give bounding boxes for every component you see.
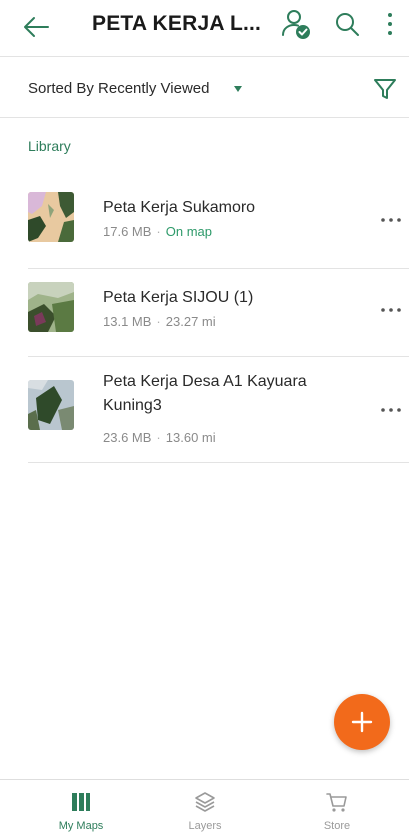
item-more-icon[interactable] bbox=[378, 405, 404, 415]
cart-icon bbox=[326, 793, 347, 812]
map-distance: 23.27 mi bbox=[165, 314, 216, 329]
bottom-navigation: My Maps Layers Store bbox=[0, 779, 409, 839]
item-more-icon[interactable] bbox=[378, 215, 404, 225]
account-signed-in-icon[interactable] bbox=[281, 8, 311, 40]
map-thumbnail bbox=[28, 380, 74, 430]
map-name: Peta Kerja Desa A1 Kayuara Kuning3 bbox=[103, 373, 307, 414]
map-size: 17.6 MB bbox=[103, 224, 152, 239]
map-size: 23.6 MB bbox=[103, 430, 152, 445]
plus-icon bbox=[351, 711, 373, 733]
list-item[interactable]: Peta Kerja Desa A1 Kayuara Kuning3 23.6 … bbox=[0, 356, 409, 462]
map-thumbnail bbox=[28, 192, 74, 242]
nav-label-store: Store bbox=[323, 820, 351, 832]
nav-layers[interactable]: Layers bbox=[155, 790, 255, 839]
nav-store[interactable]: Store bbox=[287, 790, 387, 839]
item-more-icon[interactable] bbox=[378, 305, 404, 315]
nav-my-maps[interactable]: My Maps bbox=[31, 790, 131, 839]
map-meta: 17.6 MB · On map bbox=[103, 224, 212, 239]
map-thumbnail bbox=[28, 282, 74, 332]
meta-separator: · bbox=[156, 430, 161, 445]
map-meta: 23.6 MB · 13.60 mi bbox=[103, 430, 216, 445]
filter-icon[interactable] bbox=[372, 76, 398, 102]
list-item[interactable]: Peta Kerja Sukamoro 17.6 MB · On map bbox=[0, 178, 409, 268]
list-divider bbox=[28, 462, 409, 463]
back-arrow-icon[interactable] bbox=[20, 10, 54, 44]
map-status: On map bbox=[165, 224, 213, 239]
meta-separator: · bbox=[156, 224, 161, 239]
sort-row: Sorted By Recently Viewed bbox=[0, 70, 409, 110]
page-title: PETA KERJA L... bbox=[92, 12, 262, 35]
sort-divider bbox=[0, 117, 409, 118]
meta-separator: · bbox=[156, 314, 161, 329]
search-icon[interactable] bbox=[333, 9, 361, 39]
section-title-library: Library bbox=[28, 138, 71, 154]
list-item[interactable]: Peta Kerja SIJOU (1) 13.1 MB · 23.27 mi bbox=[0, 268, 409, 358]
overflow-menu-icon[interactable] bbox=[382, 9, 398, 39]
my-maps-icon bbox=[72, 793, 90, 811]
nav-label-my-maps: My Maps bbox=[58, 820, 104, 832]
map-name: Peta Kerja Sukamoro bbox=[103, 199, 256, 216]
map-size: 13.1 MB bbox=[103, 314, 152, 329]
map-meta: 13.1 MB · 23.27 mi bbox=[103, 314, 216, 329]
header-divider bbox=[0, 56, 409, 57]
app-bar: PETA KERJA L... bbox=[0, 0, 409, 56]
add-map-button[interactable] bbox=[334, 694, 390, 750]
sort-dropdown[interactable]: Sorted By Recently Viewed bbox=[28, 80, 210, 97]
layers-icon bbox=[195, 792, 215, 812]
map-distance: 13.60 mi bbox=[165, 430, 216, 445]
map-name: Peta Kerja SIJOU (1) bbox=[103, 289, 254, 306]
caret-down-icon[interactable] bbox=[232, 83, 244, 95]
nav-label-layers: Layers bbox=[188, 820, 222, 832]
